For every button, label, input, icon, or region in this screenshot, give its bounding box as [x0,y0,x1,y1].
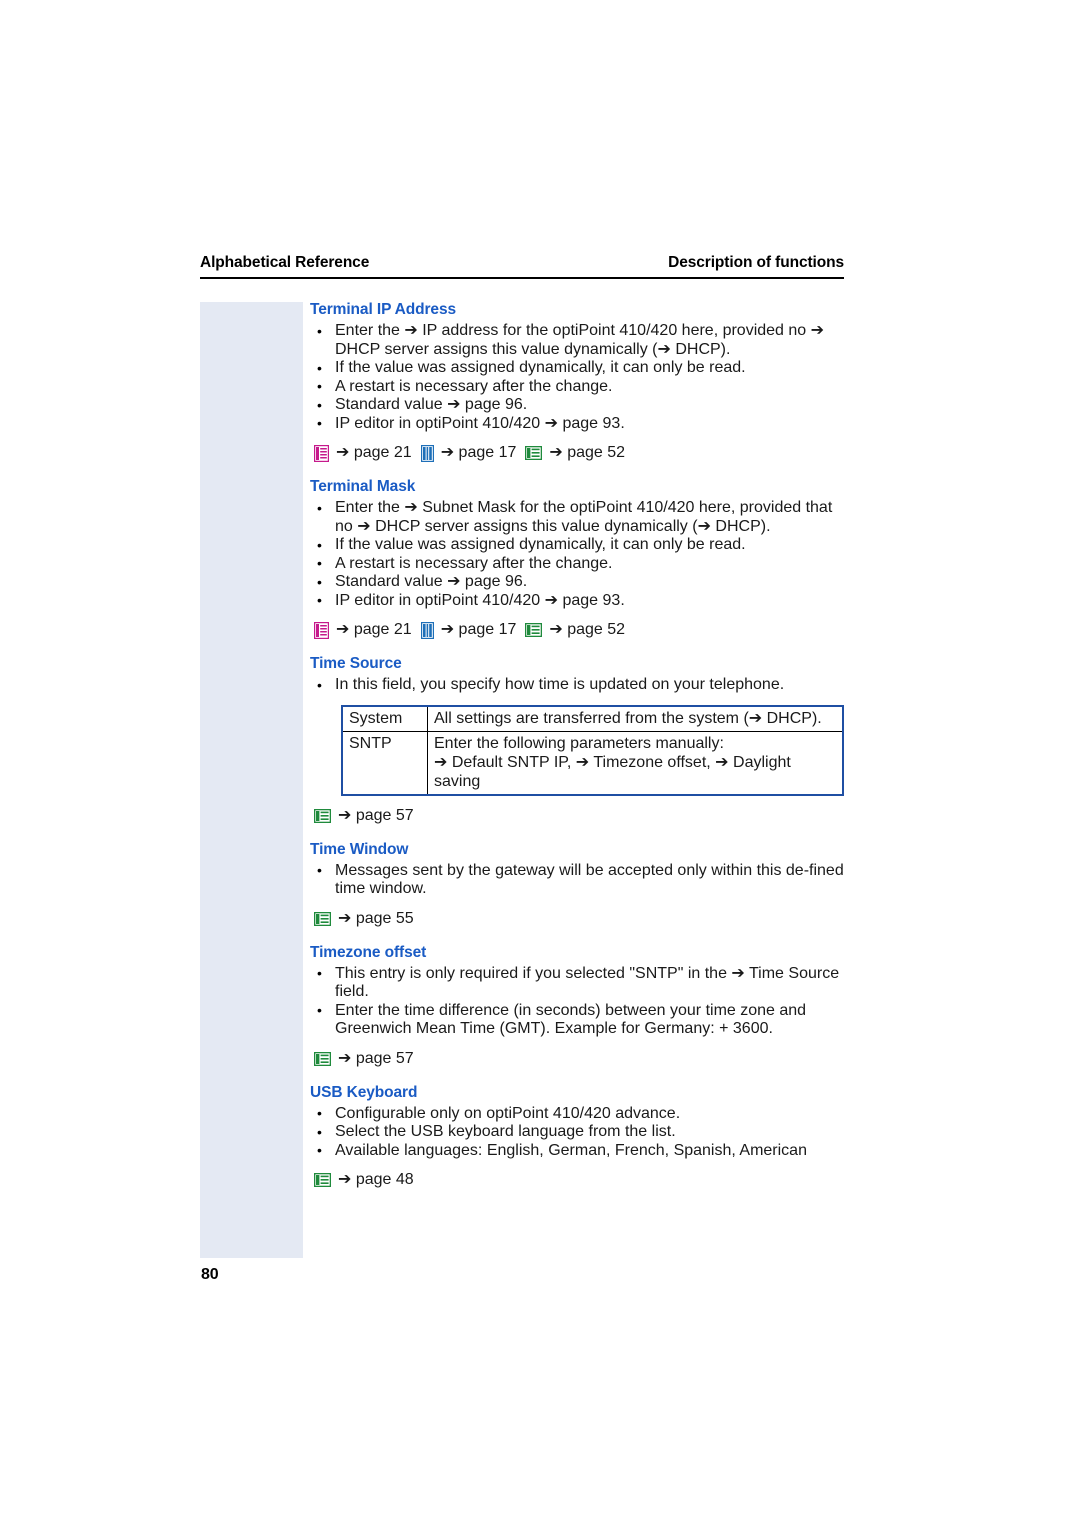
cross-reference-target[interactable]: ➔ page 21 [336,620,412,640]
manual-green-icon [314,911,331,926]
section: Terminal IP Address Enter the ➔ IP addres… [310,300,844,463]
bullet-item: Enter the ➔ Subnet Mask for the optiPoin… [310,499,844,536]
section: Time Source In this field, you specify ho… [310,654,844,826]
cross-reference-target[interactable]: ➔ page 57 [338,806,414,826]
section: Timezone offset This entry is only requir… [310,943,844,1069]
bullet-item: Configurable only on optiPoint 410/420 a… [310,1104,844,1124]
section-heading: Time Window [310,840,409,858]
running-header-right: Description of functions [668,254,844,271]
bullet-item: Select the USB keyboard language from th… [310,1123,844,1142]
section-heading: Terminal IP Address [310,301,456,318]
bullet-item: Standard value ➔ page 96. [310,396,844,415]
table-cell-value: Enter the following parameters manually:… [427,730,844,795]
section: USB Keyboard Configurable only on optiPoi… [310,1083,844,1191]
section: Time Window Messages sent by the gateway … [310,840,844,929]
cross-reference-target[interactable]: ➔ page 52 [549,620,625,640]
bullet-item: This entry is only required if you selec… [310,964,844,1002]
cross-reference-target[interactable]: ➔ page 48 [338,1170,414,1190]
table-row: System All settings are transferred from … [341,705,844,732]
options-table: System All settings are transferred from … [341,704,844,796]
content-column: Terminal IP Address Enter the ➔ IP addres… [310,300,844,1190]
bullet-item: Enter the ➔ IP address for the optiPoint… [310,322,844,359]
bullet-item: Enter the time difference (in seconds) b… [310,1001,844,1039]
cross-reference-target[interactable]: ➔ page 17 [441,443,517,463]
bullet-item: In this field, you specify how time is u… [310,676,844,695]
bullet-item: A restart is necessary after the change. [310,377,844,397]
running-header-left: Alphabetical Reference [200,254,370,271]
manual-green-icon [314,1051,331,1066]
bullet-list: This entry is only required if you selec… [310,964,844,1039]
bullet-item: A restart is necessary after the change. [310,554,844,574]
table-cell-key: SNTP [341,730,428,795]
bullet-list: Configurable only on optiPoint 410/420 a… [310,1104,844,1161]
cross-reference-line: ➔ page 21 ➔ page 17 ➔ page 52 [310,620,844,640]
manual-green-icon [314,1173,331,1187]
bullet-item: IP editor in optiPoint 410/420 ➔ page 93… [310,591,844,611]
bullet-list: Enter the ➔ Subnet Mask for the optiPoin… [310,499,844,610]
section-heading: Timezone offset [310,943,427,961]
bullet-item: Available languages: English, German, Fr… [310,1141,844,1161]
cross-reference-target[interactable]: ➔ page 52 [549,443,625,463]
section-heading: Terminal Mask [310,478,416,495]
bullet-item: If the value was assigned dynamically, i… [310,536,844,555]
cross-reference-line: ➔ page 48 [310,1170,844,1190]
bullet-item: IP editor in optiPoint 410/420 ➔ page 93… [310,414,844,434]
bullet-item: Messages sent by the gateway will be acc… [310,861,844,899]
bullet-list: Messages sent by the gateway will be acc… [310,861,844,899]
margin-color-band [200,302,303,1258]
manual-blue-icon [420,621,434,639]
manual-green-icon [525,623,543,637]
bullet-list: Enter the ➔ IP address for the optiPoint… [310,322,844,433]
cross-reference-target[interactable]: ➔ page 57 [338,1049,414,1069]
table-cell-value: All settings are transferred from the sy… [427,705,844,732]
running-header: Alphabetical Reference Description of fu… [200,254,844,272]
header-rule-divider [200,277,844,279]
manual-magenta-icon [314,444,329,462]
page-number: 80 [201,1266,219,1283]
cross-reference-line: ➔ page 57 [310,806,844,826]
bullet-item: Standard value ➔ page 96. [310,573,844,592]
table-row: SNTP Enter the following parameters manua… [341,730,844,795]
bullet-item: If the value was assigned dynamically, i… [310,359,844,378]
document-page: Alphabetical Reference Description of fu… [0,0,1080,1528]
section-heading: Time Source [310,655,402,672]
manual-blue-icon [420,444,434,462]
cross-reference-target[interactable]: ➔ page 21 [336,443,412,463]
section-heading: USB Keyboard [310,1083,418,1101]
table-cell-key: System [341,705,428,732]
cross-reference-line: ➔ page 57 [310,1049,844,1069]
bullet-list: In this field, you specify how time is u… [310,676,844,695]
cross-reference-line: ➔ page 55 [310,909,844,929]
section: Terminal Mask Enter the ➔ Subnet Mask for… [310,477,844,640]
manual-magenta-icon [314,621,329,639]
cross-reference-target[interactable]: ➔ page 55 [338,909,414,929]
manual-green-icon [525,446,543,460]
cross-reference-line: ➔ page 21 ➔ page 17 ➔ page 52 [310,443,844,463]
manual-green-icon [314,808,331,823]
cross-reference-target[interactable]: ➔ page 17 [441,620,517,640]
